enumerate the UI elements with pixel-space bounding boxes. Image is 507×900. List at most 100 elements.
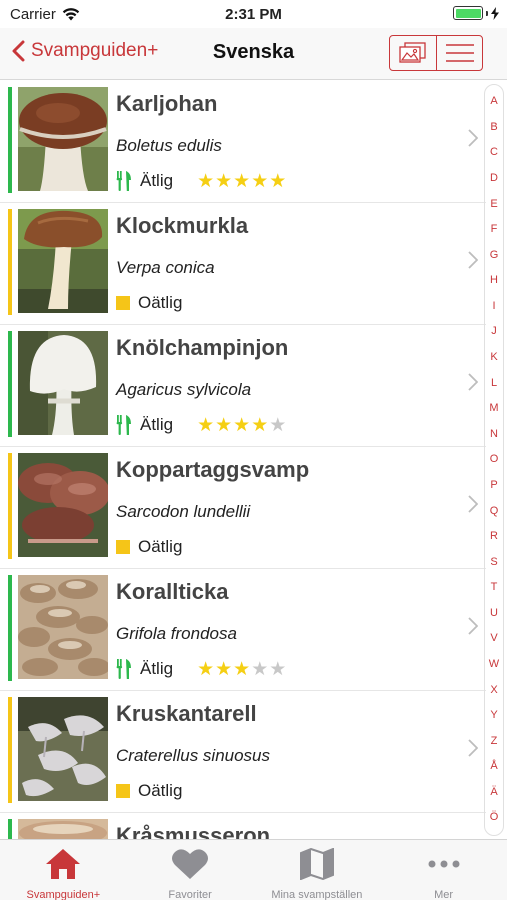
list-item[interactable]: Koppartaggsvamp Sarcodon lundellii Oätlig: [0, 447, 486, 569]
edibility-label: Ätlig: [140, 415, 174, 434]
status-bar: Carrier 2:31 PM: [0, 0, 507, 28]
tab-heart[interactable]: Favoriter: [127, 840, 254, 900]
index-letter[interactable]: E: [490, 198, 497, 210]
list-view-button[interactable]: [436, 36, 482, 70]
index-letter[interactable]: J: [491, 326, 497, 337]
tab-label: Mer: [434, 889, 454, 900]
fork-knife-icon: [116, 171, 131, 191]
edibility-indicator-bar: [8, 819, 12, 839]
mushroom-thumbnail: [18, 87, 108, 191]
chevron-right-icon: [468, 373, 478, 391]
view-mode-toggle[interactable]: [389, 35, 483, 71]
star-empty-icon: ★: [269, 658, 287, 680]
map-icon: [299, 847, 334, 885]
index-letter[interactable]: H: [490, 275, 498, 286]
index-letter[interactable]: Z: [491, 735, 498, 747]
alphabet-index[interactable]: A B C D E F G H I J K L M N O P Q R S T U V W X Y Z Å Ä Ö: [484, 84, 504, 836]
list-item[interactable]: Kråsmusseron: [0, 813, 486, 839]
edibility-indicator-bar: [8, 331, 12, 437]
edibility-label: Oätlig: [138, 293, 183, 312]
index-letter[interactable]: A: [490, 96, 497, 107]
index-letter[interactable]: N: [490, 428, 498, 440]
index-letter[interactable]: O: [490, 454, 499, 465]
tab-label: Favoriter: [168, 889, 212, 900]
index-letter[interactable]: G: [490, 249, 499, 261]
gallery-view-button[interactable]: [390, 36, 436, 70]
rating-stars: ★ ★ ★ ★ ★: [197, 416, 286, 435]
index-letter[interactable]: P: [490, 479, 497, 491]
star-filled-icon: ★: [251, 414, 269, 436]
latin-name: Agaricus sylvicola: [116, 380, 252, 399]
inedible-icon: [116, 296, 130, 310]
index-letter[interactable]: X: [490, 684, 497, 696]
tab-home[interactable]: Svampguiden+: [0, 840, 127, 900]
mushroom-thumbnail: [18, 209, 108, 313]
charging-icon: [491, 6, 499, 20]
tab-label: Svampguiden+: [26, 889, 101, 900]
star-empty-icon: ★: [269, 414, 287, 436]
edibility-indicator-bar: [8, 697, 12, 803]
latin-name: Verpa conica: [116, 258, 215, 277]
index-letter[interactable]: V: [490, 633, 497, 644]
star-filled-icon: ★: [215, 658, 233, 680]
index-letter[interactable]: K: [490, 352, 497, 363]
star-filled-icon: ★: [251, 170, 269, 192]
list-icon: [445, 44, 474, 62]
latin-name: Craterellus sinuosus: [116, 746, 271, 765]
index-letter[interactable]: C: [490, 147, 498, 158]
index-letter[interactable]: T: [491, 582, 498, 593]
list-item[interactable]: Korallticka Grifola frondosa Ätlig ★ ★ ★ ★ ★: [0, 569, 486, 691]
index-letter[interactable]: R: [490, 531, 498, 542]
mushroom-thumbnail: [18, 331, 108, 435]
list-item[interactable]: Klockmurkla Verpa conica Oätlig: [0, 203, 486, 325]
edibility-info: Oätlig: [116, 537, 182, 557]
edibility-label: Oätlig: [138, 781, 183, 800]
back-button[interactable]: Svampguiden+: [12, 40, 158, 62]
battery-icon: [453, 6, 499, 20]
star-filled-icon: ★: [197, 414, 215, 436]
index-letter[interactable]: M: [489, 403, 498, 414]
edibility-indicator-bar: [8, 209, 12, 315]
list-item[interactable]: Karljohan Boletus edulis Ätlig ★ ★ ★ ★ ★: [0, 81, 486, 203]
common-name: Korallticka: [116, 579, 229, 604]
edibility-indicator-bar: [8, 575, 12, 681]
star-filled-icon: ★: [197, 170, 215, 192]
index-letter[interactable]: D: [490, 173, 498, 184]
edibility-label: Ätlig: [140, 171, 174, 190]
species-list[interactable]: Karljohan Boletus edulis Ätlig ★ ★ ★ ★ ★ Klockmu…: [0, 81, 486, 839]
common-name: Kruskantarell: [116, 701, 257, 726]
list-item[interactable]: Kruskantarell Craterellus sinuosus Oätlig: [0, 691, 486, 813]
index-letter[interactable]: Y: [490, 710, 497, 721]
star-filled-icon: ★: [215, 414, 233, 436]
tab-map[interactable]: Mina svampställen: [254, 840, 381, 900]
mushroom-thumbnail: [18, 575, 108, 679]
star-filled-icon: ★: [233, 658, 251, 680]
back-button-label: Svampguiden+: [31, 40, 159, 61]
heart-icon: [171, 848, 209, 885]
index-letter[interactable]: B: [490, 121, 497, 133]
index-letter[interactable]: Å: [490, 761, 497, 772]
index-letter[interactable]: L: [491, 377, 497, 389]
list-item[interactable]: Knölchampinjon Agaricus sylvicola Ätlig ★ ★ ★…: [0, 325, 486, 447]
index-letter[interactable]: U: [490, 607, 498, 619]
edibility-indicator-bar: [8, 453, 12, 559]
common-name: Karljohan: [116, 91, 218, 116]
latin-name: Sarcodon lundellii: [116, 502, 251, 521]
latin-name: Grifola frondosa: [116, 624, 237, 643]
index-letter[interactable]: Q: [490, 505, 499, 517]
star-filled-icon: ★: [197, 658, 215, 680]
index-letter[interactable]: W: [489, 659, 499, 670]
star-filled-icon: ★: [233, 170, 251, 192]
edibility-info: Ätlig ★ ★ ★ ★ ★: [116, 415, 286, 435]
index-letter[interactable]: Ä: [490, 786, 497, 798]
more-icon: [427, 848, 461, 885]
index-letter[interactable]: Ö: [490, 812, 499, 823]
edibility-label: Ätlig: [140, 659, 174, 678]
star-filled-icon: ★: [233, 414, 251, 436]
index-letter[interactable]: I: [492, 300, 495, 312]
rating-stars: ★ ★ ★ ★ ★: [197, 172, 286, 191]
tab-more[interactable]: Mer: [380, 840, 507, 900]
index-letter[interactable]: F: [491, 224, 498, 235]
mushroom-thumbnail: [18, 697, 108, 801]
index-letter[interactable]: S: [490, 556, 497, 568]
